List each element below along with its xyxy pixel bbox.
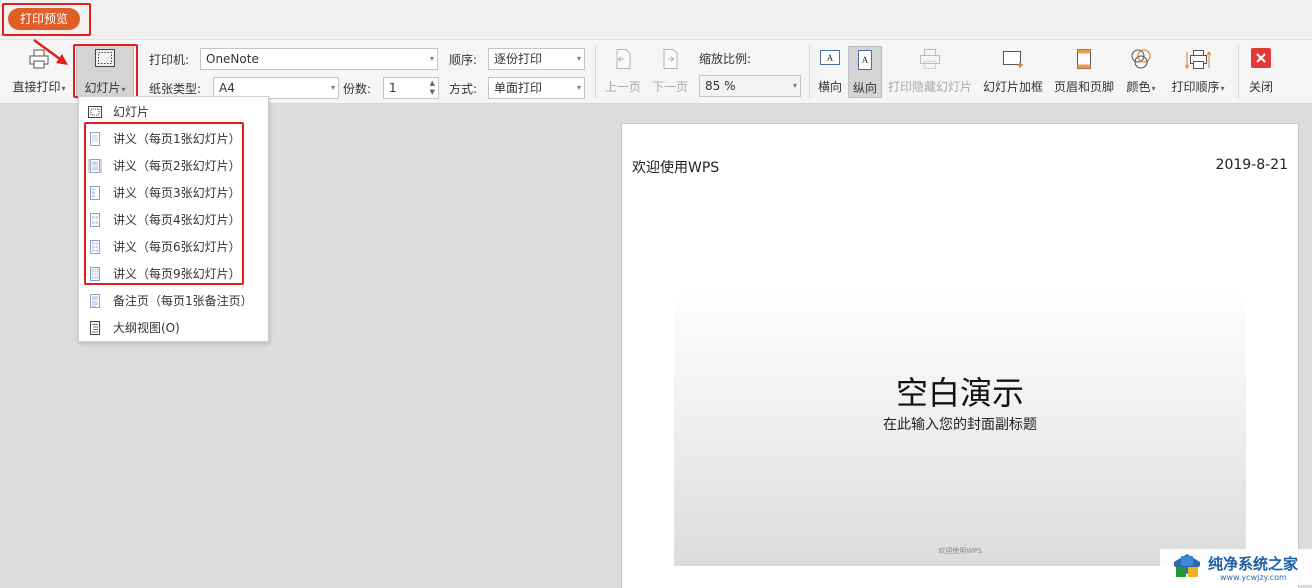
watermark-url: www.ycwjzy.com	[1220, 573, 1287, 582]
slide-thumbnail: 空白演示 在此输入您的封面副标题 欢迎使用WPS	[674, 284, 1246, 566]
menu-item-outline-view[interactable]: 大纲视图(O)	[79, 315, 268, 341]
slide-icon	[88, 106, 102, 118]
print-page-preview: 欢迎使用WPS 2019-8-21 空白演示 在此输入您的封面副标题 欢迎使用W…	[621, 123, 1299, 588]
watermark-logo-icon	[1174, 554, 1200, 577]
page-header-date: 2019-8-21	[1215, 157, 1288, 173]
slide-subtitle: 在此输入您的封面副标题	[883, 417, 1037, 433]
menu-item-label: 大纲视图(O)	[113, 321, 180, 335]
slide-title: 空白演示	[895, 374, 1024, 412]
notes-page-icon	[90, 294, 100, 308]
menu-item-notes-page[interactable]: 备注页（每页1张备注页）	[79, 288, 268, 314]
outline-icon	[90, 321, 100, 335]
watermark-text: 纯净系统之家	[1208, 555, 1299, 573]
site-watermark: 纯净系统之家 www.ycwjzy.com	[1160, 549, 1312, 585]
page-header-left: 欢迎使用WPS	[632, 160, 720, 176]
highlight-handout-items	[84, 122, 244, 285]
menu-item-label: 备注页（每页1张备注页）	[113, 294, 253, 308]
